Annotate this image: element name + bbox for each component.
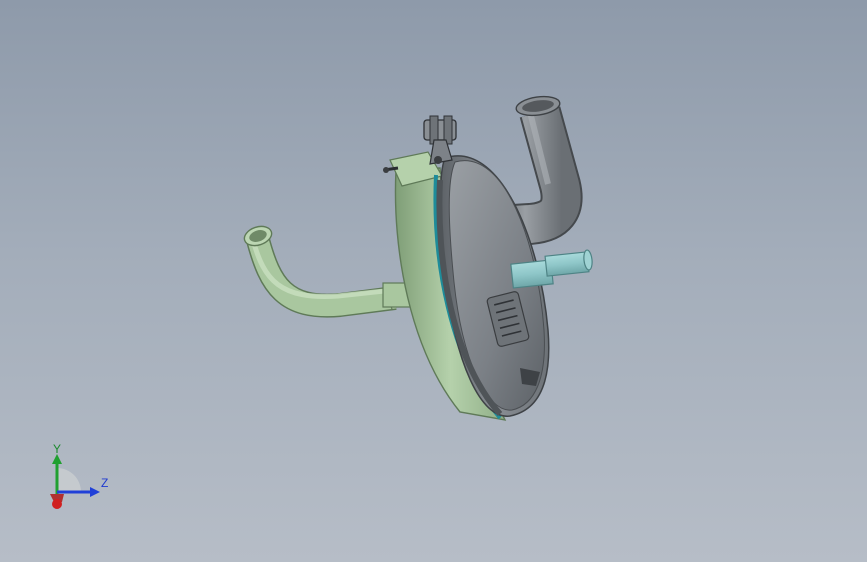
cad-model[interactable]: [0, 0, 867, 562]
green-inlet-pipe[interactable]: [242, 223, 416, 318]
graphics-viewport[interactable]: Y Z: [0, 0, 867, 562]
orientation-triad[interactable]: Y Z: [40, 440, 120, 520]
triad-plane-shading: [57, 468, 81, 492]
triad-z-label: Z: [101, 476, 109, 490]
triad-y-label: Y: [53, 442, 62, 456]
